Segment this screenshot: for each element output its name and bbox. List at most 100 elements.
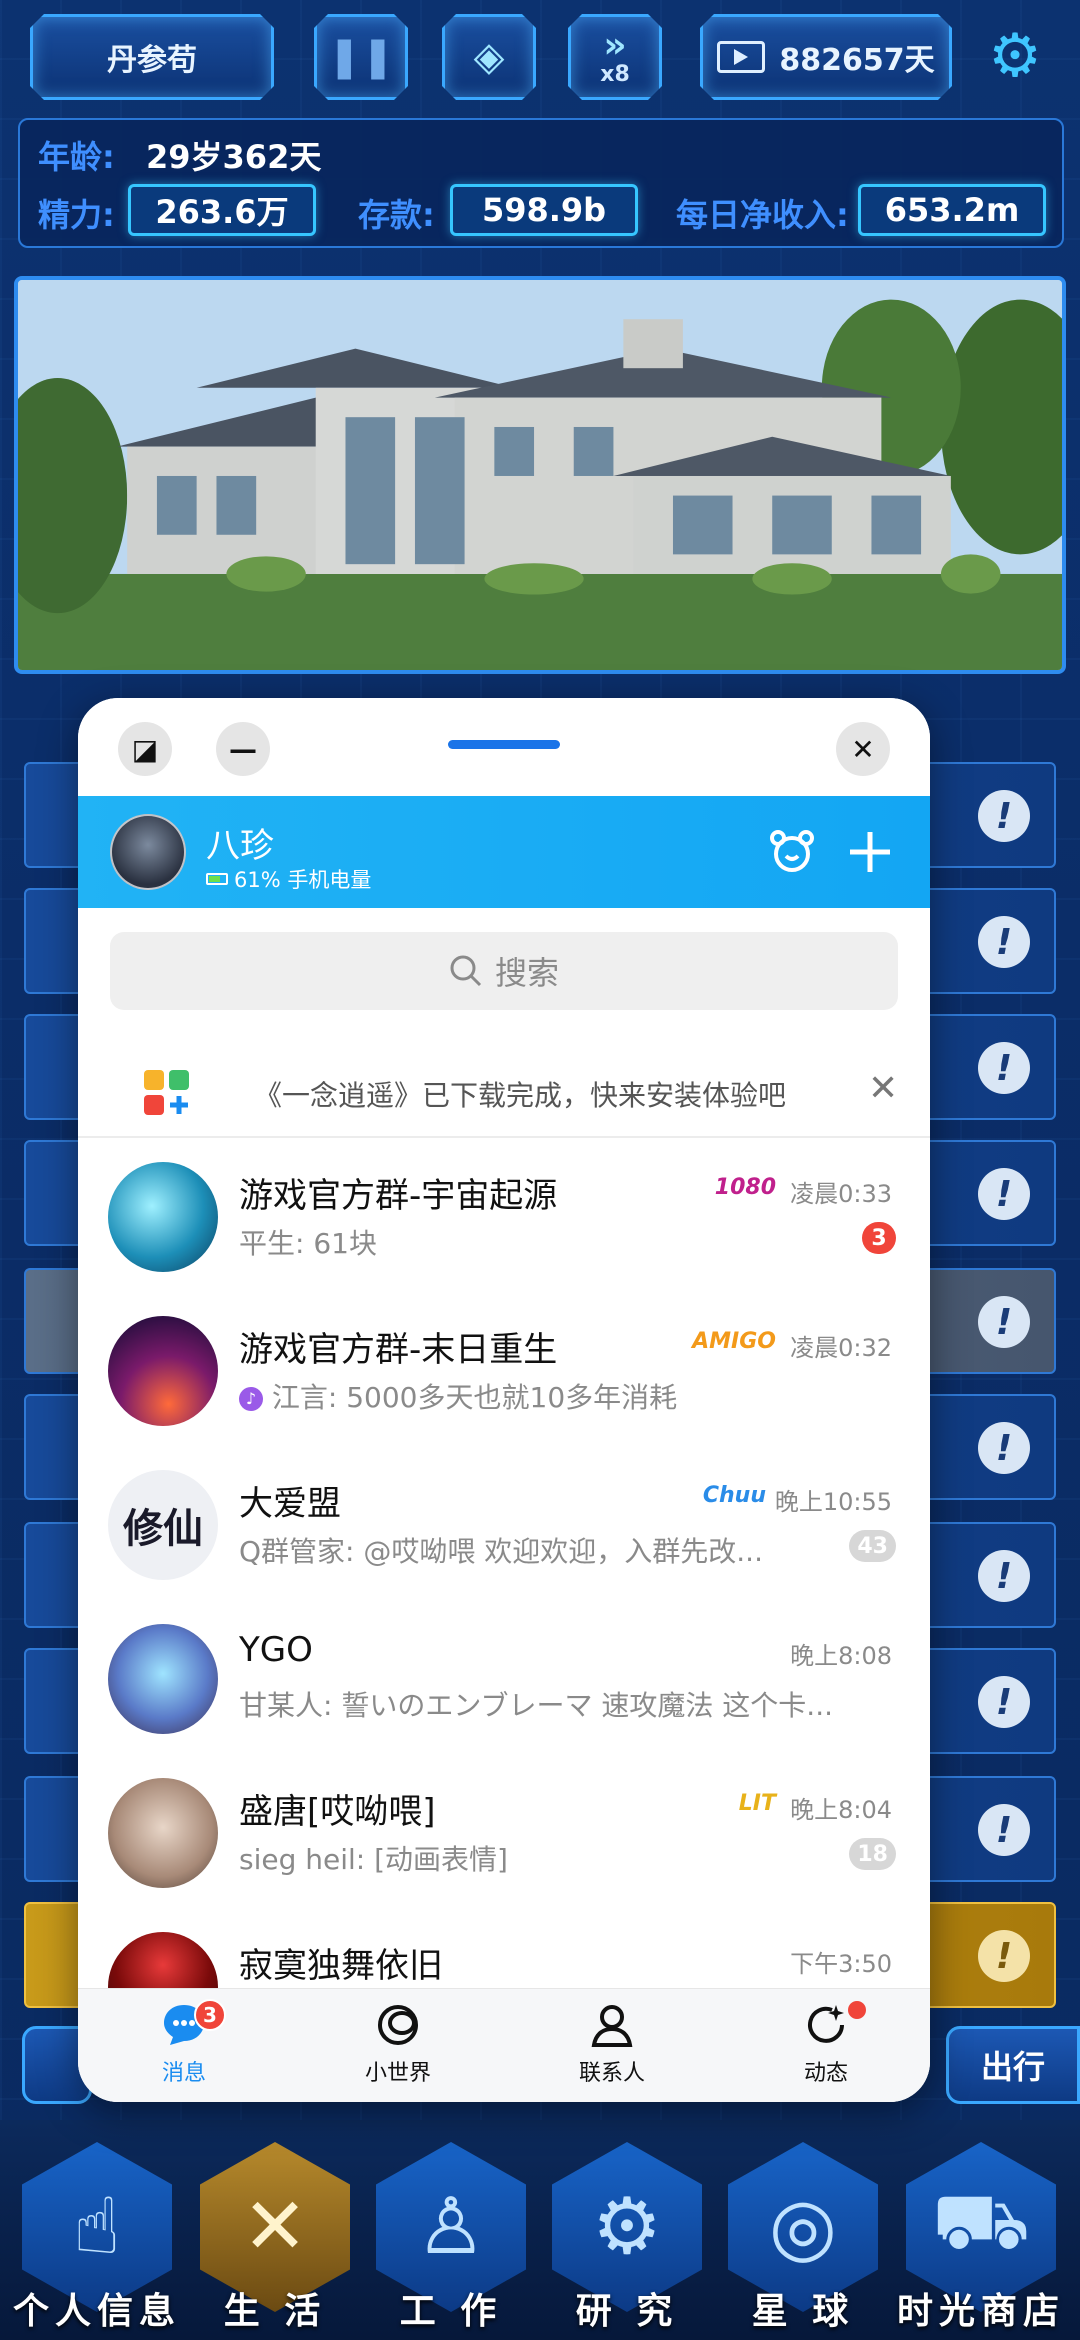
battery-text: 61% 手机电量 bbox=[234, 868, 372, 892]
days-value: 882657天 bbox=[779, 43, 935, 78]
video-icon bbox=[717, 41, 765, 73]
tab-contacts[interactable]: 联系人 bbox=[542, 2001, 682, 2097]
chat-time: 晚上8:04 bbox=[790, 1796, 892, 1824]
fast-forward-button[interactable]: » x8 bbox=[568, 14, 662, 100]
chat-title: 盛唐[哎呦喂] bbox=[239, 1792, 436, 1832]
tab-small-world[interactable]: 小世界 bbox=[328, 2001, 468, 2097]
alert-icon[interactable]: ! bbox=[978, 1930, 1030, 1982]
avatar: 修仙 bbox=[108, 1470, 218, 1580]
income-value: 653.2m bbox=[858, 184, 1046, 236]
refresh-star-icon bbox=[808, 2005, 844, 2043]
settings-gear-icon[interactable]: ⚙ bbox=[985, 26, 1045, 86]
chat-preview: sieg heil: [动画表情] bbox=[239, 1843, 508, 1876]
days-counter-button[interactable]: 882657天 bbox=[700, 14, 952, 100]
avatar bbox=[108, 1778, 218, 1888]
normal-speed-button[interactable]: ◈ bbox=[442, 14, 536, 100]
chat-row[interactable]: 盛唐[哎呦喂] sieg heil: [动画表情] LIT 晚上8:04 18 bbox=[78, 1756, 930, 1910]
add-icon[interactable] bbox=[842, 824, 898, 880]
expand-icon[interactable]: ◪ bbox=[118, 722, 172, 776]
player-name-button[interactable]: 丹参苟 bbox=[30, 14, 274, 100]
orbit-icon bbox=[378, 2005, 418, 2045]
tab-label: 消息 bbox=[161, 2061, 206, 2086]
nav-research[interactable]: ⚙ 研 究 bbox=[542, 2142, 712, 2340]
chat-header: 八珍 61% 手机电量 bbox=[78, 796, 930, 908]
tab-label: 联系人 bbox=[578, 2061, 645, 2086]
alert-icon[interactable]: ! bbox=[978, 1042, 1030, 1094]
download-notice[interactable]: 《一念逍遥》已下载完成，快来安装体验吧 ✕ bbox=[78, 1038, 930, 1148]
avatar bbox=[108, 1624, 218, 1734]
divider bbox=[78, 1136, 930, 1138]
speed-multiplier: x8 bbox=[600, 62, 630, 87]
search-placeholder: 搜索 bbox=[494, 954, 559, 992]
avatar[interactable] bbox=[110, 814, 186, 890]
group-tag-badge: AMIGO bbox=[692, 1328, 776, 1354]
user-name: 八珍 bbox=[206, 826, 274, 866]
player-stats-panel: 年龄: 29岁362天 精力: 263.6万 存款: 598.9b 每日净收入:… bbox=[18, 118, 1064, 248]
alert-icon[interactable]: ! bbox=[978, 1804, 1030, 1856]
unread-badge: 3 bbox=[862, 1222, 896, 1254]
chat-time: 凌晨0:32 bbox=[790, 1334, 892, 1362]
nav-personal-info[interactable]: ☝ 个人信息 bbox=[12, 2142, 182, 2340]
close-icon[interactable]: ✕ bbox=[868, 1068, 898, 1109]
app-grid-icon bbox=[144, 1070, 189, 1115]
pause-button[interactable]: ❚❚ bbox=[314, 14, 408, 100]
alert-icon[interactable]: ! bbox=[978, 916, 1030, 968]
chat-preview: 平生: 61块 bbox=[239, 1227, 377, 1260]
chat-preview: ♪ 江言: 5000多天也就10多年消耗 bbox=[239, 1376, 677, 1416]
nav-work[interactable]: ♙ 工 作 bbox=[366, 2142, 536, 2340]
battery-icon bbox=[206, 873, 228, 885]
chat-time: 晚上10:55 bbox=[774, 1488, 892, 1516]
game-bottom-nav: ☝ 个人信息 ✕ 生 活 ♙ 工 作 ⚙ 研 究 ◎ 星 球 ⛟ 时光商店 bbox=[0, 2120, 1080, 2340]
chat-title: 大爱盟 bbox=[239, 1484, 341, 1524]
chat-title: 游戏官方群-宇宙起源 bbox=[239, 1176, 558, 1216]
nav-label: 星 球 bbox=[751, 2291, 855, 2332]
tab-label: 动态 bbox=[803, 2061, 848, 2086]
chat-time: 晚上8:08 bbox=[790, 1642, 892, 1670]
alert-icon[interactable]: ! bbox=[978, 1550, 1030, 1602]
alert-icon[interactable]: ! bbox=[978, 790, 1030, 842]
play-icon: ◈ bbox=[473, 34, 505, 80]
search-input[interactable]: 搜索 bbox=[110, 932, 898, 1010]
chat-preview-text: 江言: 5000多天也就10多年消耗 bbox=[271, 1381, 678, 1414]
chat-title: 游戏官方群-末日重生 bbox=[239, 1330, 558, 1370]
chat-row[interactable]: YGO 甘某人: 誓いのエンブレーマ 速攻魔法 这个卡... 晚上8:08 bbox=[78, 1602, 930, 1756]
nav-label: 时光商店 bbox=[896, 2291, 1065, 2332]
unread-badge: 18 bbox=[849, 1838, 896, 1870]
music-icon: ♪ bbox=[239, 1387, 263, 1411]
unread-badge: 3 bbox=[194, 1999, 226, 2031]
alert-icon[interactable]: ! bbox=[978, 1296, 1030, 1348]
go-out-button[interactable]: 出行 bbox=[946, 2026, 1080, 2104]
chat-preview: 甘某人: 誓いのエンブレーマ 速攻魔法 这个卡... bbox=[239, 1689, 833, 1722]
group-tag-badge: 1080 bbox=[714, 1174, 776, 1200]
chat-row[interactable]: 修仙 大爱盟 Q群管家: @哎呦喂 欢迎欢迎，入群先改... Chuu 晚上10… bbox=[78, 1448, 930, 1602]
avatar bbox=[108, 1162, 218, 1272]
chat-row[interactable]: 游戏官方群-末日重生 ♪ 江言: 5000多天也就10多年消耗 AMIGO 凌晨… bbox=[78, 1294, 930, 1448]
group-tag-badge: Chuu bbox=[702, 1482, 766, 1508]
energy-label: 精力: bbox=[38, 196, 115, 234]
nav-planet[interactable]: ◎ 星 球 bbox=[718, 2142, 888, 2340]
tab-messages[interactable]: 消息 3 bbox=[114, 1999, 254, 2097]
alarm-bear-icon[interactable] bbox=[764, 824, 820, 880]
avatar bbox=[108, 1316, 218, 1426]
drag-handle[interactable] bbox=[448, 740, 560, 749]
savings-label: 存款: bbox=[358, 196, 435, 234]
alert-icon[interactable]: ! bbox=[978, 1422, 1030, 1474]
chat-preview: Q群管家: @哎呦喂 欢迎欢迎，入群先改... bbox=[239, 1535, 763, 1568]
chat-list: 游戏官方群-宇宙起源 平生: 61块 1080 凌晨0:33 3 游戏官方群-末… bbox=[78, 1140, 930, 2064]
alert-icon[interactable]: ! bbox=[978, 1676, 1030, 1728]
chat-row[interactable]: 游戏官方群-宇宙起源 平生: 61块 1080 凌晨0:33 3 bbox=[78, 1140, 930, 1294]
nav-life[interactable]: ✕ 生 活 bbox=[190, 2142, 360, 2340]
alert-icon[interactable]: ! bbox=[978, 1168, 1030, 1220]
fast-forward-icon: » bbox=[603, 25, 627, 66]
person-icon bbox=[591, 2005, 633, 2047]
close-icon[interactable]: ✕ bbox=[836, 722, 890, 776]
tab-label: 小世界 bbox=[364, 2061, 431, 2086]
house-image bbox=[14, 276, 1066, 674]
tab-feed[interactable]: 动态 bbox=[756, 2001, 896, 2097]
chat-title: 寂寞独舞依旧 bbox=[239, 1946, 443, 1986]
new-dot bbox=[848, 2001, 866, 2019]
minimize-icon[interactable]: — bbox=[216, 722, 270, 776]
nav-time-shop[interactable]: ⛟ 时光商店 bbox=[896, 2142, 1066, 2340]
nav-label: 生 活 bbox=[223, 2291, 327, 2332]
age-label: 年龄: bbox=[38, 138, 115, 176]
